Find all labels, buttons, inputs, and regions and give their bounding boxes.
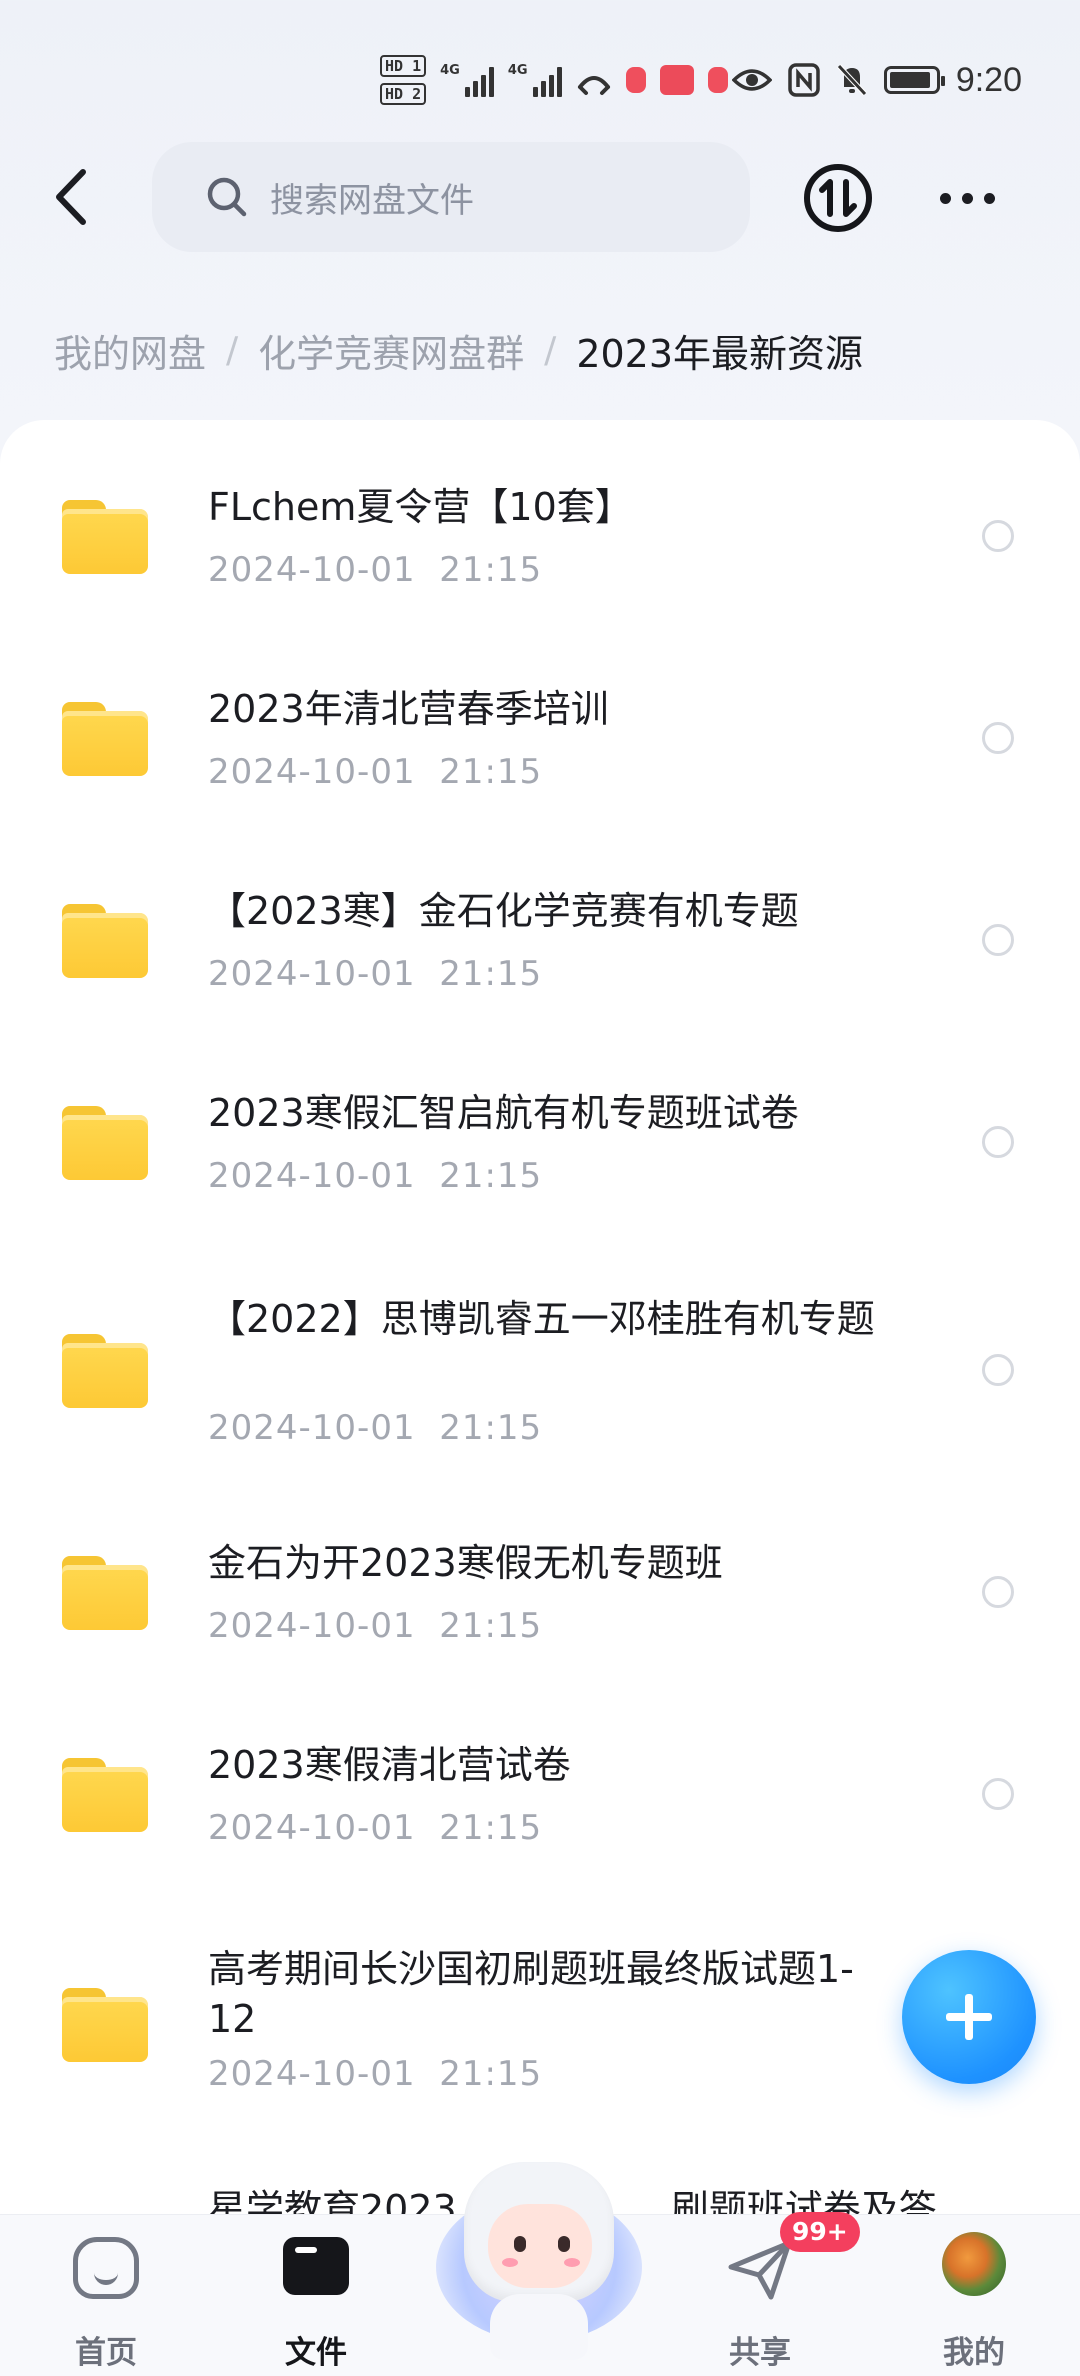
nav-label-share: 共享 — [729, 2335, 791, 2371]
app-notify-icon-2 — [707, 67, 728, 93]
more-dot — [961, 192, 973, 204]
status-icons-right: 9:20 — [731, 50, 1022, 110]
status-time: 9:20 — [955, 60, 1022, 99]
list-item[interactable]: 【2023寒】金石化学竞赛有机专题 2024-10-01 21:15 — [0, 822, 1080, 1024]
hd-badges: HD 1 HD 2 — [380, 55, 427, 105]
signal-icon: 4G — [440, 63, 494, 97]
folder-icon — [62, 904, 148, 978]
home-icon — [73, 2237, 139, 2299]
notification-badge: 99+ — [780, 2212, 860, 2252]
folder-icon — [62, 1758, 148, 1832]
file-time: 2024-10-01 21:15 — [208, 1156, 543, 1196]
chevron-left-icon — [56, 169, 86, 225]
file-time: 2024-10-01 21:15 — [208, 1408, 543, 1448]
list-item[interactable]: 【2022】思博凯睿五一邓桂胜有机专题 2024-10-01 21:15 — [0, 1226, 1080, 1474]
hd-badge-2: HD 2 — [380, 83, 427, 105]
search-placeholder: 搜索网盘文件 — [270, 180, 474, 221]
hd-badge-1: HD 1 — [380, 55, 427, 77]
select-radio[interactable] — [982, 1354, 1014, 1386]
file-time: 2024-10-01 21:15 — [208, 954, 543, 994]
sort-icon — [804, 164, 872, 232]
breadcrumb-separator: / — [226, 329, 239, 371]
back-button[interactable] — [40, 160, 100, 234]
folder-icon — [62, 702, 148, 776]
file-time: 2024-10-01 21:15 — [208, 1606, 543, 1646]
search-icon — [207, 177, 247, 217]
status-bar: HD 1 HD 2 4G 4G 9:20 — [0, 0, 1080, 150]
list-item[interactable]: FLchem夏令营【10套】 2024-10-01 21:15 — [0, 420, 1080, 620]
folder-icon — [283, 2237, 349, 2295]
call-forward-icon — [577, 76, 610, 95]
nav-item-home[interactable]: 首页 — [16, 2215, 196, 2376]
folder-icon — [62, 1334, 148, 1408]
sort-button[interactable] — [800, 160, 876, 236]
nav-label-files: 文件 — [285, 2335, 347, 2371]
file-name: 高考期间长沙国初刷题班最终版试题1-12 — [208, 1947, 854, 2041]
list-item[interactable]: 2023年清北营春季培训 2024-10-01 21:15 — [0, 620, 1080, 822]
file-name: 【2023寒】金石化学竞赛有机专题 — [208, 889, 799, 933]
nav-label-home: 首页 — [75, 2335, 137, 2371]
file-time: 2024-10-01 21:15 — [208, 2054, 543, 2094]
folder-icon — [62, 1556, 148, 1630]
select-radio[interactable] — [982, 1126, 1014, 1158]
breadcrumb-separator: / — [544, 329, 557, 371]
add-button[interactable] — [902, 1950, 1036, 2084]
mascot-assistant-button[interactable] — [436, 2162, 642, 2366]
select-radio[interactable] — [982, 722, 1014, 754]
search-input[interactable]: 搜索网盘文件 — [152, 142, 750, 252]
nfc-icon — [788, 63, 820, 97]
status-icons-left: HD 1 HD 2 4G 4G — [380, 48, 728, 112]
list-item[interactable]: 金石为开2023寒假无机专题班 2024-10-01 21:15 — [0, 1474, 1080, 1676]
more-dot — [983, 192, 995, 204]
more-button[interactable] — [930, 180, 1004, 216]
signal-icon-2: 4G — [508, 63, 562, 97]
eye-icon — [731, 69, 772, 91]
mute-icon — [836, 64, 867, 96]
file-time: 2024-10-01 21:15 — [208, 1808, 543, 1848]
file-time: 2024-10-01 21:15 — [208, 752, 543, 792]
battery-icon — [883, 66, 945, 94]
file-name: 2023寒假汇智启航有机专题班试卷 — [208, 1091, 799, 1135]
app-notify-icon — [625, 67, 646, 93]
select-radio[interactable] — [982, 520, 1014, 552]
network-tag-2: 4G — [507, 63, 528, 78]
file-name: FLchem夏令营【10套】 — [208, 485, 633, 529]
file-time: 2024-10-01 21:15 — [208, 550, 543, 590]
breadcrumb: 我的网盘 / 化学竞赛网盘群 / 2023年最新资源 — [54, 318, 863, 382]
select-radio[interactable] — [982, 1576, 1014, 1608]
folder-icon — [62, 1988, 148, 2062]
select-radio[interactable] — [982, 924, 1014, 956]
list-item[interactable]: 2023寒假清北营试卷 2024-10-01 21:15 — [0, 1676, 1080, 1878]
folder-icon — [62, 500, 148, 574]
select-radio[interactable] — [982, 1778, 1014, 1810]
file-name: 2023寒假清北营试卷 — [208, 1743, 571, 1787]
file-name: 金石为开2023寒假无机专题班 — [208, 1541, 723, 1585]
breadcrumb-item-my-drive[interactable]: 我的网盘 — [54, 323, 206, 378]
avatar[interactable] — [942, 2232, 1006, 2296]
file-list: FLchem夏令营【10套】 2024-10-01 21:15 2023年清北营… — [0, 420, 1080, 2220]
breadcrumb-item-group[interactable]: 化学竞赛网盘群 — [258, 323, 524, 378]
nav-label-mine: 我的 — [943, 2335, 1005, 2371]
network-tag-1: 4G — [440, 63, 460, 78]
list-item[interactable]: 2023寒假汇智启航有机专题班试卷 2024-10-01 21:15 — [0, 1024, 1080, 1226]
breadcrumb-item-current: 2023年最新资源 — [576, 331, 864, 376]
file-name: 【2022】思博凯睿五一邓桂胜有机专题 — [208, 1297, 875, 1341]
file-name: 2023年清北营春季培训 — [208, 687, 609, 731]
nav-item-files[interactable]: 文件 — [226, 2215, 406, 2376]
more-dot — [939, 192, 951, 204]
folder-icon — [62, 1106, 148, 1180]
huawei-app-icon — [659, 65, 694, 95]
paper-plane-icon — [725, 2237, 795, 2303]
